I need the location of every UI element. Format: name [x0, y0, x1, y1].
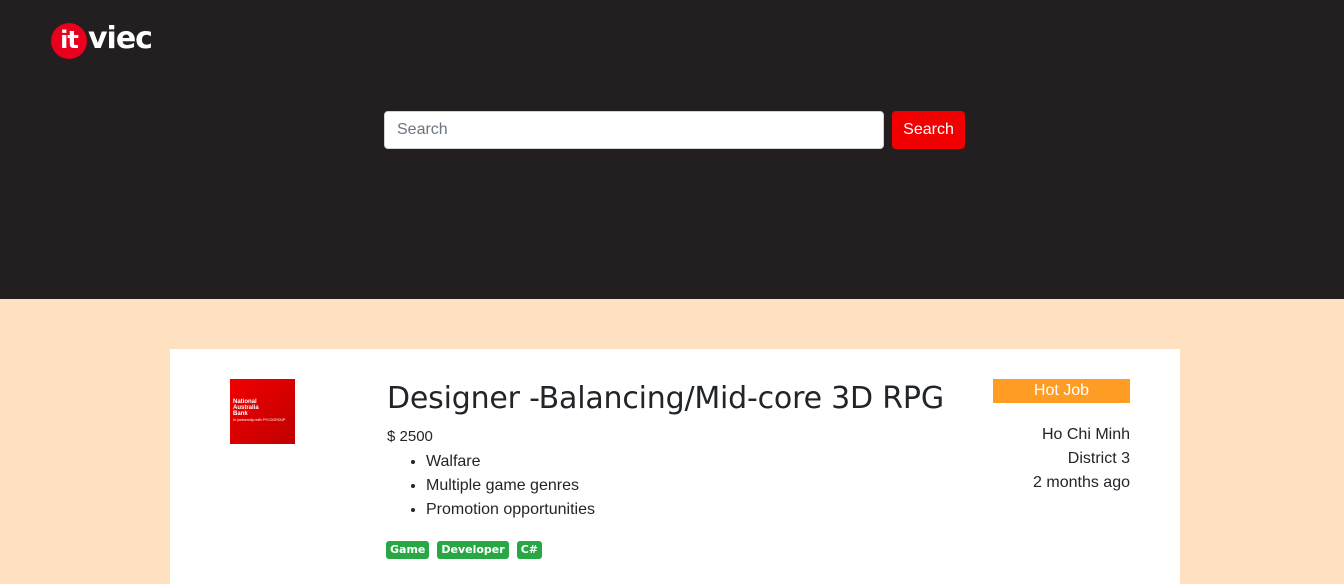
benefit-list: Walfare Multiple game genres Promotion o… [426, 450, 595, 522]
benefit-item: Promotion opportunities [426, 498, 595, 522]
company-logo-tagline: In partnership with PYCOGROUP [233, 418, 286, 422]
benefit-item: Multiple game genres [426, 474, 595, 498]
job-card[interactable]: National Australia Bank In partnership w… [170, 349, 1180, 584]
search-button[interactable]: Search [892, 111, 965, 149]
job-posted-time: 2 months ago [1033, 474, 1130, 491]
skill-tag-game[interactable]: Game [386, 541, 430, 559]
job-title[interactable]: Designer -Balancing/Mid-core 3D RPG [387, 379, 944, 419]
company-logo-brand: National Australia Bank [233, 399, 259, 417]
company-logo[interactable]: National Australia Bank In partnership w… [230, 379, 295, 444]
job-salary: $ 2500 [387, 428, 433, 445]
site-header: it viec Search [0, 0, 1344, 299]
skill-tag-csharp[interactable]: C# [516, 541, 542, 559]
logo-wordmark: viec [88, 20, 153, 56]
logo-mark: it [51, 23, 87, 59]
search-input[interactable] [384, 111, 884, 149]
skill-tag-developer[interactable]: Developer [437, 541, 509, 559]
itviec-logo[interactable]: it viec [51, 20, 153, 60]
job-location: Ho Chi Minh District 3 2 months ago [1033, 423, 1130, 495]
benefit-item: Walfare [426, 450, 595, 474]
skill-tags: Game Developer C# [386, 541, 542, 559]
job-city: Ho Chi Minh [1041, 426, 1130, 443]
hot-job-badge: Hot Job [993, 379, 1130, 403]
job-district: District 3 [1067, 450, 1130, 467]
